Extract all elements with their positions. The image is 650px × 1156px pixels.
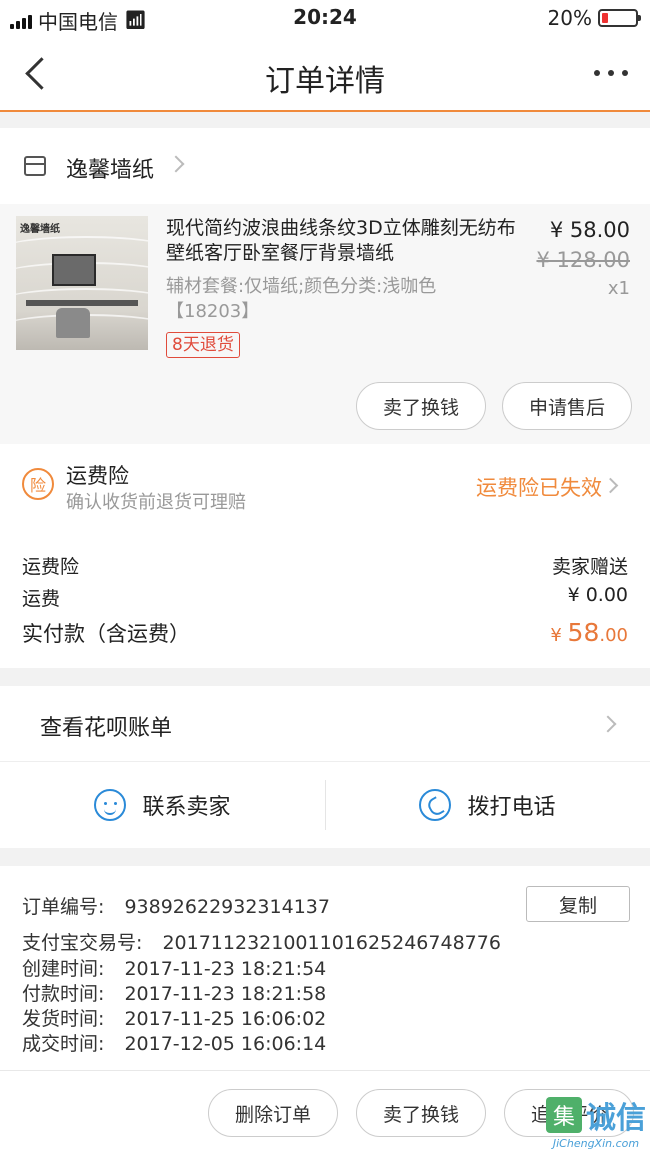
battery-level [602,13,608,23]
alipay-label: 支付宝交易号: [22,932,143,954]
order-info: 订单编号: 93892622932314137 复制 支付宝交易号: 20171… [0,866,650,1070]
product-card[interactable]: 逸馨墙纸 现代简约波浪曲线条纹3D立体雕刻无纺布壁纸客厅卧室餐厅背景墙纸 辅材套… [0,204,650,444]
total-currency: ¥ [550,625,568,646]
total-amount: ¥ 58.00 [550,618,628,648]
fee-summary: 运费险 卖家赠送 运费 ¥ 0.00 实付款（含运费） ¥ 58.00 [0,536,650,668]
product-title[interactable]: 现代简约波浪曲线条纹3D立体雕刻无纺布壁纸客厅卧室餐厅背景墙纸 [166,216,516,266]
call-phone-label: 拨打电话 [467,795,556,820]
insurance-subtitle: 确认收货前退货可理赔 [66,492,246,513]
fee-row-insurance: 运费险 卖家赠送 [22,552,628,579]
insurance-status: 运费险已失效 [476,476,602,500]
return-badge: 8天退货 [166,332,240,358]
contact-seller-label: 联系卖家 [142,795,231,820]
created-row: 创建时间: 2017-11-23 18:21:54 [22,954,326,981]
created-label: 创建时间: [22,958,105,980]
total-integer: 58 [567,618,600,647]
completed-time: 2017-12-05 16:06:14 [124,1033,327,1055]
created-time: 2017-11-23 18:21:54 [124,958,327,980]
product-image[interactable]: 逸馨墙纸 [16,216,148,350]
product-image-logo: 逸馨墙纸 [20,224,60,235]
delete-order-button[interactable]: 删除订单 [208,1089,338,1137]
product-spec: 辅材套餐:仅墙纸;颜色分类:浅咖色【18203】 [166,276,437,322]
total-decimal: .00 [599,625,628,646]
phone-icon [419,789,452,821]
more-icon[interactable] [594,70,628,76]
watermark-logo-icon: 集 [546,1097,582,1133]
original-price: ¥ 128.00 [536,248,630,272]
watermark: 集 诚信 JiChengXin.com [546,1093,646,1150]
order-number-label: 订单编号: [22,896,105,918]
copy-button[interactable]: 复制 [526,886,630,922]
battery-icon [598,9,641,27]
shipped-time: 2017-11-25 16:06:02 [124,1008,327,1030]
sell-button[interactable]: 卖了换钱 [356,1089,486,1137]
shop-row[interactable]: 逸馨墙纸 [0,128,650,204]
fee-value: ¥ 0.00 [567,584,628,606]
shipped-row: 发货时间: 2017-11-25 16:06:02 [22,1004,326,1031]
nav-bar: 订单详情 [0,36,650,112]
product-price: ¥ 58.00 [549,218,630,242]
alipay-number: 2017112321001101625246748776 [162,932,501,954]
completed-row: 成交时间: 2017-12-05 16:06:14 [22,1029,326,1056]
chevron-right-icon [167,155,185,173]
page-title: 订单详情 [265,64,385,99]
contact-seller-button[interactable]: 联系卖家 [0,762,325,848]
chevron-right-icon [602,477,619,494]
paid-row: 付款时间: 2017-11-23 18:21:58 [22,979,326,1006]
battery-percent: 20% [547,6,592,30]
huabei-label: 查看花呗账单 [40,716,173,741]
paid-time: 2017-11-23 18:21:58 [124,983,327,1005]
fee-row-total: 实付款（含运费） ¥ 58.00 [22,618,628,648]
watermark-text: 诚信 [586,1101,646,1136]
chevron-right-icon [599,715,617,733]
insurance-icon: 险 [22,468,54,500]
shipping-insurance-row[interactable]: 险 运费险 确认收货前退货可理赔 运费险已失效 [0,444,650,536]
order-number-row: 订单编号: 93892622932314137 [22,892,330,919]
battery-group: 20% [547,6,641,30]
fee-value: 卖家赠送 [551,556,628,578]
insurance-title: 运费险 [66,464,129,488]
fee-row-shipping: 运费 ¥ 0.00 [22,584,628,611]
status-bar: 中国电信 📶︎ 20:24 20% [0,0,650,36]
paid-label: 付款时间: [22,983,105,1005]
total-label: 实付款（含运费） [22,622,190,646]
shipped-label: 发货时间: [22,1008,105,1030]
fee-label: 运费 [22,588,61,610]
alipay-row: 支付宝交易号: 2017112321001101625246748776 [22,928,501,955]
chat-icon [94,789,127,821]
fee-label: 运费险 [22,556,80,578]
completed-label: 成交时间: [22,1033,105,1055]
huabei-bill-row[interactable]: 查看花呗账单 [0,686,650,762]
store-icon [24,156,46,176]
after-sale-button[interactable]: 申请售后 [502,382,632,430]
sell-button[interactable]: 卖了换钱 [356,382,486,430]
contact-bar: 联系卖家 拨打电话 [0,762,650,848]
shop-name: 逸馨墙纸 [66,158,155,183]
order-number: 93892622932314137 [124,896,330,918]
call-phone-button[interactable]: 拨打电话 [325,762,650,848]
product-quantity: x1 [607,278,630,299]
watermark-url: JiChengXin.com [552,1137,640,1150]
